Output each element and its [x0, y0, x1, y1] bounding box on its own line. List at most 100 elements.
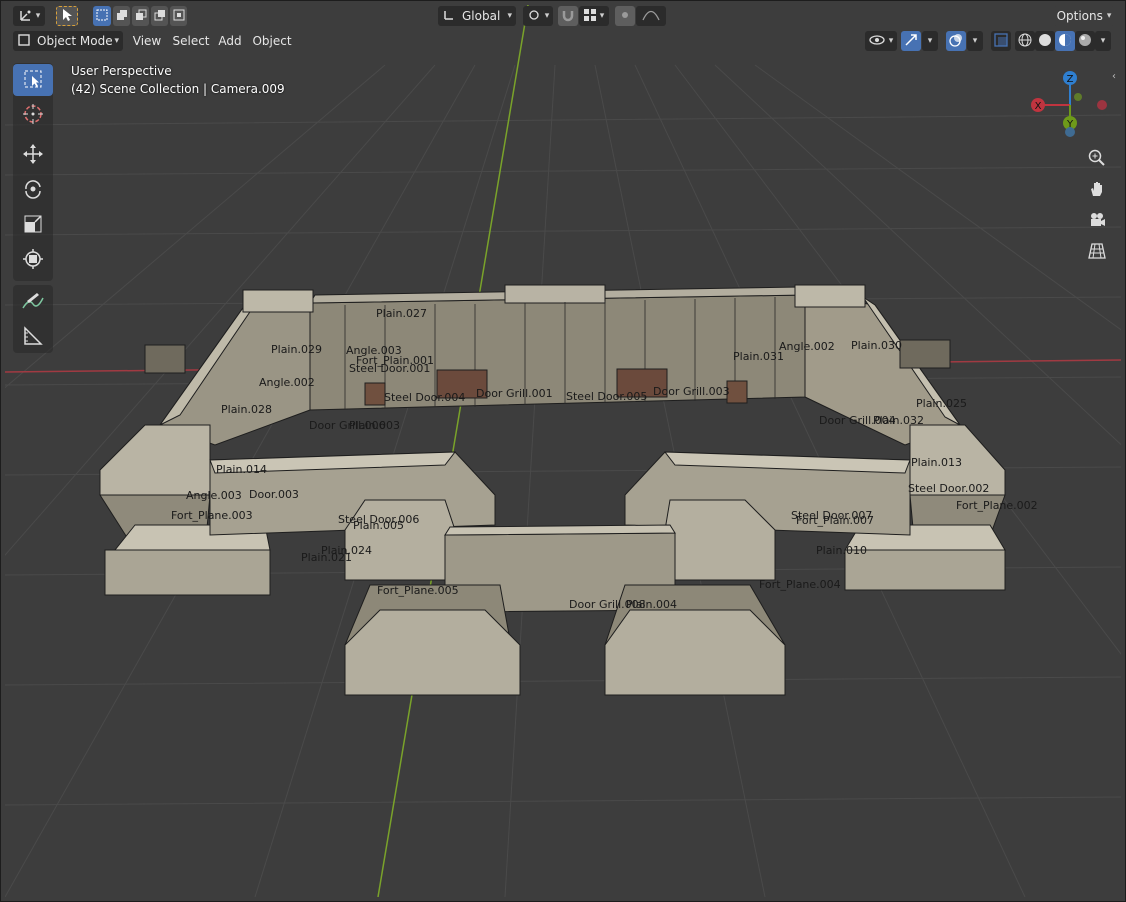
object-label: Door.003 — [249, 488, 299, 501]
eye-icon — [869, 34, 885, 49]
visibility-dropdown[interactable]: ▾ — [865, 31, 897, 51]
transform-orientation-dropdown[interactable]: Global ▾ — [438, 6, 516, 26]
mode-dropdown[interactable]: Object Mode ▾ — [13, 31, 123, 51]
3d-viewport[interactable] — [5, 5, 1121, 897]
perspective-toggle-button[interactable] — [1084, 239, 1110, 265]
xray-toggle[interactable] — [991, 31, 1011, 51]
select-mode-extend-button[interactable] — [113, 6, 130, 26]
axes-gizmo-icon — [18, 8, 32, 25]
xray-icon — [994, 32, 1008, 50]
shading-material-button[interactable] — [1055, 31, 1075, 51]
tool-move[interactable] — [13, 139, 53, 171]
rendered-sphere-icon — [1078, 33, 1092, 50]
select-intersect-icon — [173, 9, 185, 24]
shading-solid-button[interactable] — [1035, 31, 1055, 51]
tool-select-mode-button[interactable] — [56, 6, 78, 26]
object-label: Fort_Plain.007 — [796, 514, 874, 527]
rotate-icon — [22, 178, 44, 203]
sidebar-toggle-icon[interactable]: ‹ — [1112, 71, 1116, 82]
object-label: Plain.032 — [873, 414, 924, 427]
tool-transform[interactable] — [13, 244, 53, 276]
gizmo-toggle[interactable] — [901, 31, 921, 51]
object-label: Steel Door.004 — [384, 391, 466, 404]
menu-object[interactable]: Object — [250, 31, 294, 51]
gizmo-dropdown[interactable]: ▾ — [922, 31, 938, 51]
proportional-edit-icon — [619, 9, 631, 24]
menu-add[interactable]: Add — [215, 31, 245, 51]
gizmo-x-label: X — [1035, 101, 1042, 112]
pan-button[interactable] — [1084, 177, 1110, 203]
snap-target-dropdown[interactable]: ▾ — [579, 6, 609, 26]
editor-type-button[interactable]: ▾ — [13, 6, 45, 26]
overlays-icon — [949, 33, 963, 50]
snap-grid-icon — [583, 8, 596, 24]
gizmo-neg-y-handle[interactable] — [1074, 93, 1082, 101]
3d-viewport-editor: Plain.027 Plain.029 Angle.003 Fort_Plain.00… — [0, 0, 1126, 902]
shading-dropdown[interactable]: ▾ — [1095, 31, 1111, 51]
magnet-icon — [561, 8, 575, 25]
transform-icon — [22, 248, 44, 273]
camera-view-button[interactable] — [1084, 208, 1110, 234]
object-label: Plain.025 — [916, 397, 967, 410]
pivot-point-dropdown[interactable]: ▾ — [523, 6, 553, 26]
select-box-icon — [22, 68, 44, 93]
overlays-toggle[interactable] — [946, 31, 966, 51]
overlays-dropdown[interactable]: ▾ — [967, 31, 983, 51]
zoom-icon — [1088, 149, 1106, 170]
options-dropdown[interactable]: Options ▾ — [1053, 6, 1115, 26]
object-label: Plain.029 — [271, 343, 322, 356]
viewport-header: ▾ Global ▾ ▾ ▾ Options ▾ — [1, 4, 1125, 30]
hand-icon — [1088, 180, 1106, 201]
tool-rotate[interactable] — [13, 174, 53, 206]
select-mode-new-button[interactable] — [93, 6, 111, 26]
falloff-curve-icon — [642, 9, 660, 24]
orientation-icon — [442, 8, 456, 25]
shading-rendered-button[interactable] — [1075, 31, 1095, 51]
tool-measure[interactable] — [13, 321, 53, 353]
object-label: Angle.003 — [186, 489, 242, 502]
object-label: Door Grill.001 — [476, 387, 553, 400]
mode-label: Object Mode — [37, 34, 113, 48]
tool-scale[interactable] — [13, 209, 53, 241]
gizmo-neg-z-handle[interactable] — [1065, 127, 1075, 137]
object-label: Angle.002 — [259, 376, 315, 389]
object-label: Plain.014 — [216, 463, 267, 476]
zoom-button[interactable] — [1084, 146, 1110, 172]
proportional-edit-toggle[interactable] — [615, 6, 635, 26]
gizmo-neg-x-handle[interactable] — [1097, 100, 1107, 110]
falloff-dropdown[interactable] — [636, 6, 666, 26]
menu-view[interactable]: View — [129, 31, 165, 51]
select-extend-icon — [116, 9, 128, 24]
select-new-icon — [96, 9, 108, 24]
snap-toggle[interactable] — [558, 6, 578, 26]
object-label: Fort_Plane.005 — [377, 584, 459, 597]
gizmo-z-label: Z — [1067, 74, 1074, 85]
pivot-icon — [527, 8, 541, 25]
tool-select-box[interactable] — [13, 64, 53, 96]
gizmo-icon — [904, 33, 918, 50]
select-mode-invert-button[interactable] — [151, 6, 168, 26]
measure-icon — [22, 325, 44, 350]
tool-annotate[interactable] — [13, 286, 53, 318]
shading-wireframe-button[interactable] — [1015, 31, 1035, 51]
cursor-arrow-icon — [61, 8, 73, 25]
annotate-icon — [21, 290, 45, 315]
object-label: Fort_Plane.002 — [956, 499, 1038, 512]
object-label: Plain.005 — [353, 519, 404, 532]
grid-perspective-icon — [1088, 242, 1106, 263]
object-label: Plain.013 — [911, 456, 962, 469]
object-label: Plain.027 — [376, 307, 427, 320]
tool-cursor[interactable] — [13, 99, 53, 131]
select-mode-subtract-button[interactable] — [132, 6, 149, 26]
object-mode-icon — [17, 33, 31, 50]
wireframe-sphere-icon — [1018, 33, 1032, 50]
collection-info: (42) Scene Collection | Camera.009 — [71, 82, 285, 96]
object-label: Angle.002 — [779, 340, 835, 353]
navigation-gizmo[interactable]: Z X Y — [1025, 67, 1117, 141]
menu-select[interactable]: Select — [170, 31, 212, 51]
move-icon — [22, 143, 44, 168]
options-label: Options — [1056, 9, 1103, 23]
select-mode-intersect-button[interactable] — [170, 6, 187, 26]
object-label: Fort_Plane.004 — [759, 578, 841, 591]
cursor-icon — [22, 103, 44, 128]
